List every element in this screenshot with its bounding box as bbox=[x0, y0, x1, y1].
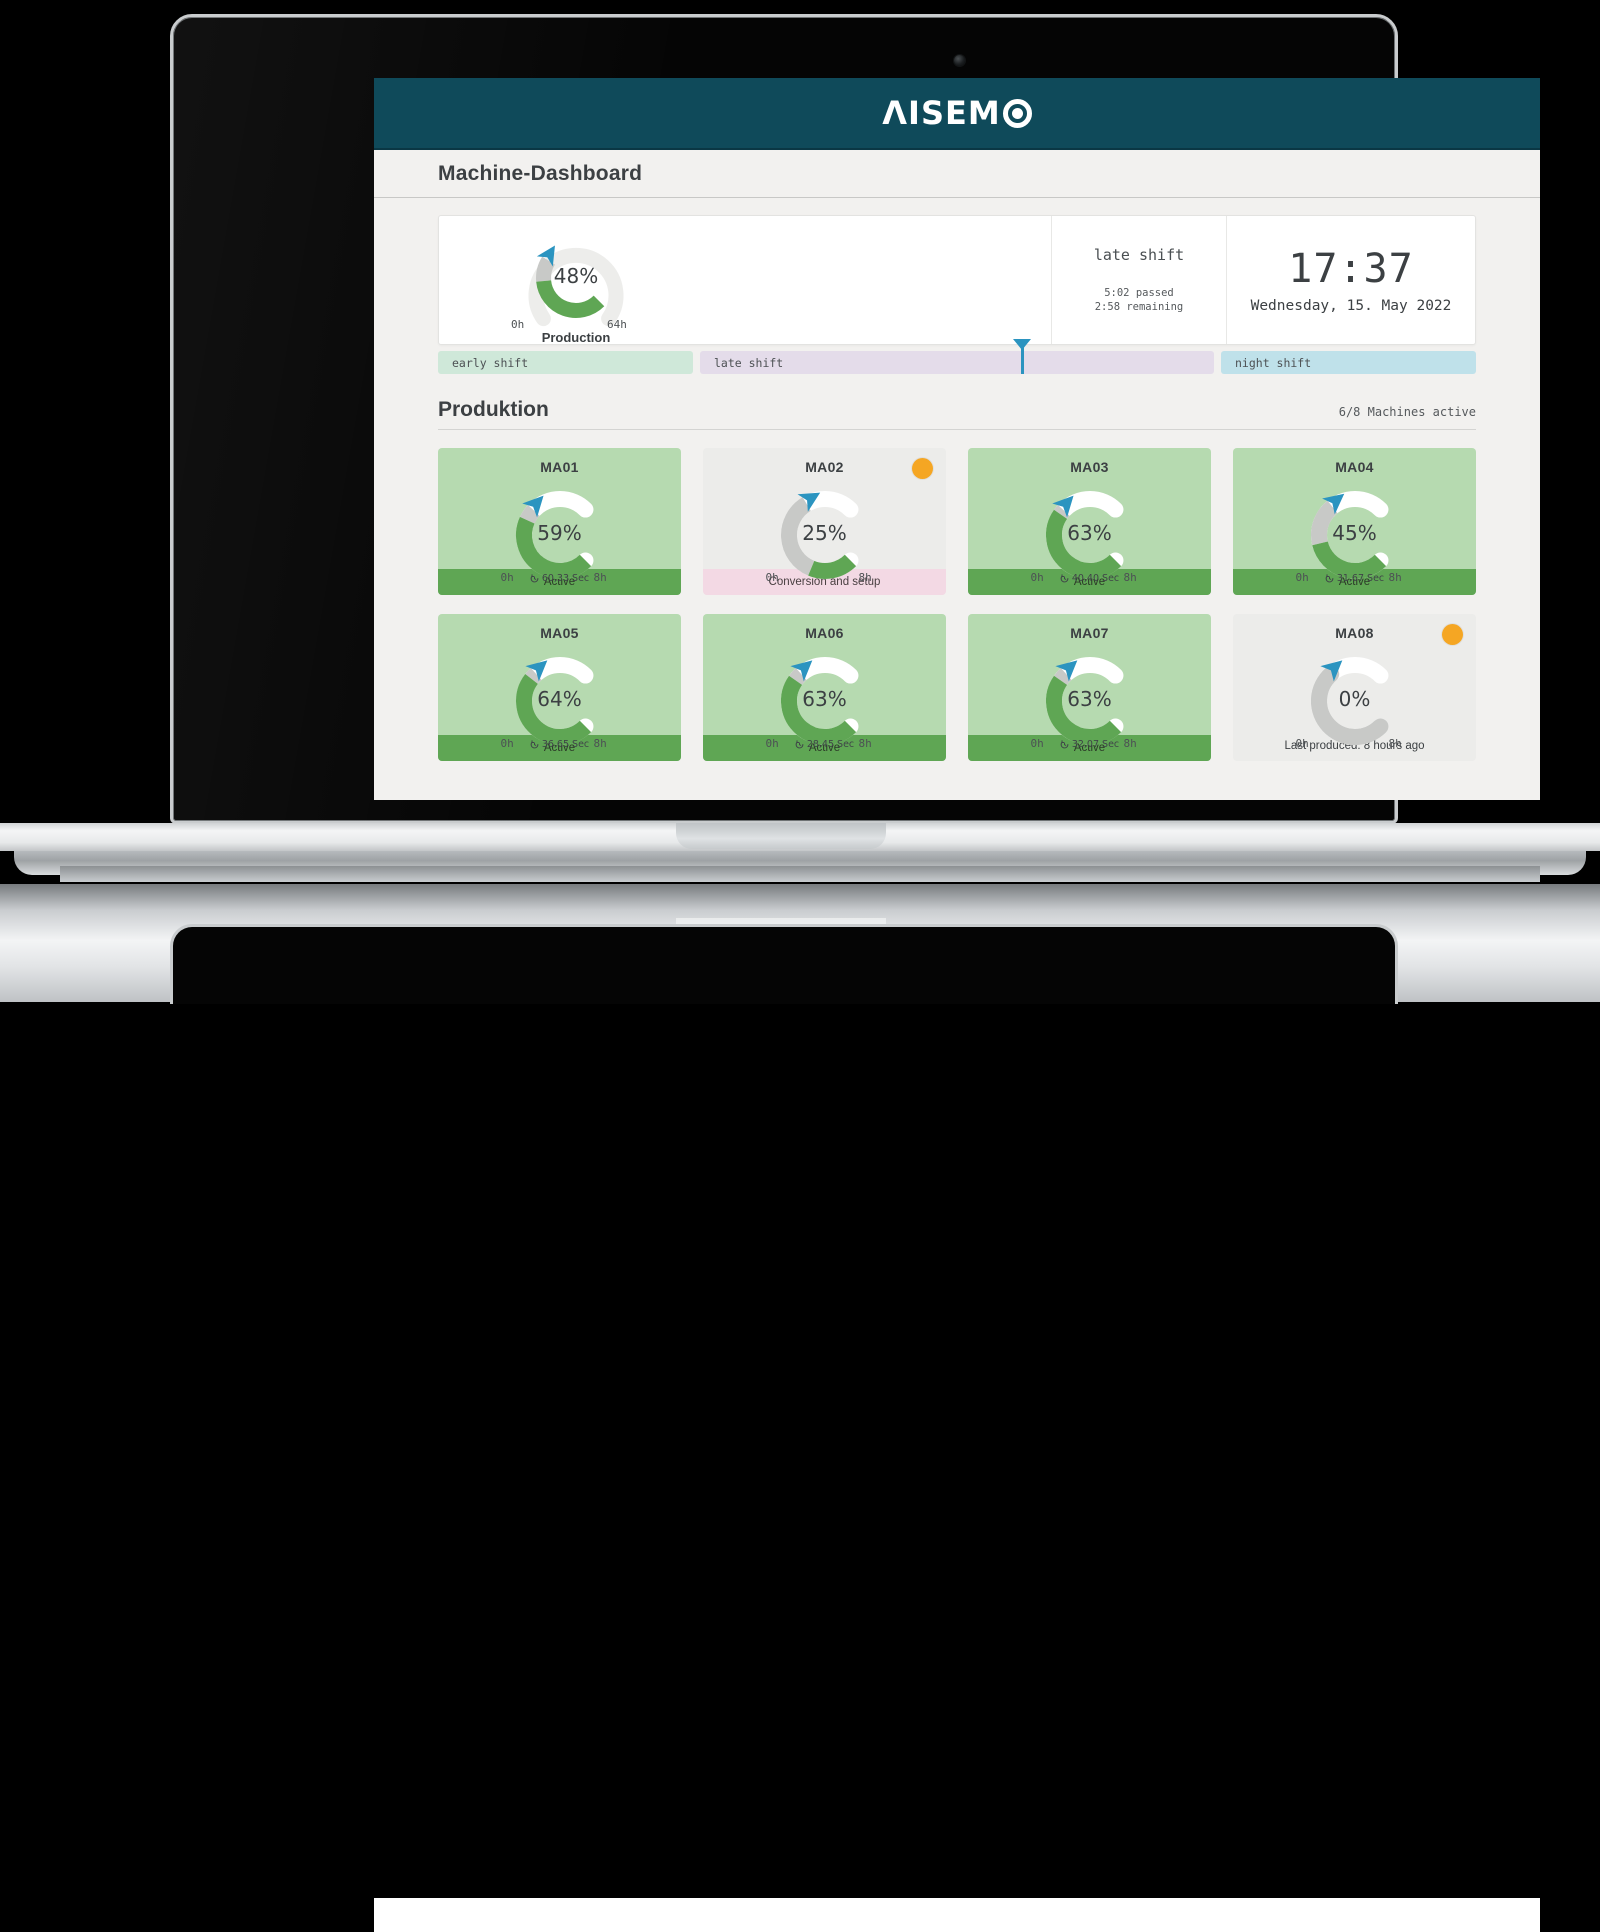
machine-gauge: 63% 0h 8h 40,40 Sec bbox=[1024, 477, 1156, 584]
machine-gauge-max: 8h bbox=[1388, 737, 1402, 750]
machine-cycle-time: 32,07 Sec bbox=[1024, 739, 1156, 750]
laptop-base-notch bbox=[676, 823, 886, 849]
machine-gauge-value: 25% bbox=[802, 521, 847, 545]
machine-name: MA02 bbox=[805, 459, 844, 475]
history-clock-icon bbox=[530, 740, 539, 749]
machine-cycle-time: 36,65 Sec bbox=[494, 739, 626, 750]
machine-cycle-time: 31,67 Sec bbox=[1289, 573, 1421, 584]
production-heading: Produktion bbox=[438, 398, 549, 421]
clock-time: 17:37 bbox=[1288, 246, 1414, 292]
laptop-lid: ΛISEM Machine-Dashboard 48% 0h 64h Produ… bbox=[170, 14, 1540, 824]
laptop-base-shadow bbox=[60, 866, 1540, 882]
shift-bar-late-label: late shift bbox=[714, 355, 784, 370]
machine-gauge-max: 8h bbox=[858, 571, 872, 584]
shift-bar-night-label: night shift bbox=[1235, 355, 1312, 370]
machine-card-ma05[interactable]: MA05 64% 0h 8h 36,65 Sec Active bbox=[438, 614, 681, 761]
machine-cycle-time: 28,45 Sec bbox=[759, 739, 891, 750]
machine-gauge-area: 59% 0h 8h 60,33 Sec bbox=[438, 475, 681, 584]
machine-card-ma04[interactable]: MA04 45% 0h 8h 31,67 Sec Active bbox=[1233, 448, 1476, 595]
machine-gauge: 63% 0h 8h 32,07 Sec bbox=[1024, 643, 1156, 750]
machine-name: MA03 bbox=[1070, 459, 1109, 475]
machine-gauge-value: 64% bbox=[537, 687, 582, 711]
production-section-header: Produktion 6/8 Machines active bbox=[438, 398, 1476, 430]
shift-bar-night[interactable]: night shift bbox=[1221, 351, 1476, 374]
shift-passed: 5:02 passed bbox=[1104, 286, 1174, 299]
dashboard-content: 48% 0h 64h Production late shift 5:02 pa… bbox=[374, 198, 1540, 761]
machine-gauge-value: 0% bbox=[1338, 687, 1371, 711]
machine-card-ma01[interactable]: MA01 59% 0h 8h 60,33 Sec Active bbox=[438, 448, 681, 595]
lower-laptop-screen bbox=[374, 1898, 1540, 1932]
warning-dot-icon bbox=[912, 458, 933, 479]
lower-laptop-lid bbox=[170, 924, 1540, 1932]
machine-name: MA05 bbox=[540, 625, 579, 641]
machine-name: MA08 bbox=[1335, 625, 1374, 641]
machine-gauge: 45% 0h 8h 31,67 Sec bbox=[1289, 477, 1421, 584]
machine-gauge-value: 59% bbox=[537, 521, 582, 545]
current-shift-name: late shift bbox=[1093, 245, 1185, 264]
machine-card-ma02[interactable]: MA02 25% 0h 8h Conversion and setup bbox=[703, 448, 946, 595]
machine-gauge-area: 25% 0h 8h bbox=[703, 475, 946, 584]
shift-timeline: early shift late shift night shift bbox=[438, 339, 1476, 374]
machine-gauge-area: 63% 0h 8h 40,40 Sec bbox=[968, 475, 1211, 584]
machine-gauge-value: 45% bbox=[1332, 521, 1377, 545]
circle-dot-icon bbox=[1002, 98, 1032, 128]
logo-wordmark: ΛISEM bbox=[882, 94, 1001, 132]
history-clock-icon bbox=[530, 574, 539, 583]
production-gauge: 48% 0h 64h Production bbox=[511, 226, 635, 345]
machine-grid: MA01 59% 0h 8h 60,33 Sec Active MA02 25%… bbox=[438, 448, 1476, 761]
machine-name: MA06 bbox=[805, 625, 844, 641]
shift-bar-early[interactable]: early shift bbox=[438, 351, 693, 374]
history-clock-icon bbox=[1060, 574, 1069, 583]
current-shift-panel: late shift 5:02 passed 2:58 remaining bbox=[1051, 216, 1226, 344]
page-title-bar: Machine-Dashboard bbox=[374, 150, 1540, 198]
machine-gauge: 64% 0h 8h 36,65 Sec bbox=[494, 643, 626, 750]
history-clock-icon bbox=[1060, 740, 1069, 749]
machine-name: MA04 bbox=[1335, 459, 1374, 475]
machine-name: MA01 bbox=[540, 459, 579, 475]
machine-gauge: 0% 0h 8h bbox=[1289, 643, 1421, 750]
app-header: ΛISEM bbox=[374, 78, 1540, 150]
webcam-icon bbox=[954, 55, 965, 66]
clock-panel: 17:37 Wednesday, 15. May 2022 bbox=[1226, 216, 1475, 344]
machine-gauge-area: 63% 0h 8h 32,07 Sec bbox=[968, 641, 1211, 750]
machine-gauge-area: 0% 0h 8h bbox=[1233, 641, 1476, 750]
app-logo: ΛISEM bbox=[882, 94, 1032, 132]
machine-cycle-time: 40,40 Sec bbox=[1024, 573, 1156, 584]
machine-card-ma08[interactable]: MA08 0% 0h 8h Last produced: 8 hours ago bbox=[1233, 614, 1476, 761]
machine-gauge-area: 45% 0h 8h 31,67 Sec bbox=[1233, 475, 1476, 584]
machine-card-ma06[interactable]: MA06 63% 0h 8h 28,45 Sec Active bbox=[703, 614, 946, 761]
machine-gauge-area: 64% 0h 8h 36,65 Sec bbox=[438, 641, 681, 750]
shift-bar-late[interactable]: late shift bbox=[700, 339, 1214, 374]
current-time-marker-icon bbox=[1013, 339, 1032, 374]
history-clock-icon bbox=[795, 740, 804, 749]
shift-time-info: 5:02 passed 2:58 remaining bbox=[1095, 286, 1184, 314]
production-gauge-area: 48% 0h 64h Production bbox=[439, 216, 1051, 345]
machine-name: MA07 bbox=[1070, 625, 1109, 641]
production-gauge-caption: Production bbox=[541, 330, 611, 345]
machine-gauge-value: 63% bbox=[1067, 687, 1112, 711]
machine-card-ma07[interactable]: MA07 63% 0h 8h 32,07 Sec Active bbox=[968, 614, 1211, 761]
machine-gauge-min: 0h bbox=[765, 571, 779, 584]
laptop-screen: ΛISEM Machine-Dashboard 48% 0h 64h Produ… bbox=[374, 78, 1540, 800]
machine-gauge-value: 63% bbox=[1067, 521, 1112, 545]
clock-date: Wednesday, 15. May 2022 bbox=[1250, 298, 1452, 314]
machine-gauge-area: 63% 0h 8h 28,45 Sec bbox=[703, 641, 946, 750]
production-gauge-value: 48% bbox=[553, 264, 599, 288]
shift-bar-early-label: early shift bbox=[452, 355, 529, 370]
machine-gauge: 59% 0h 8h 60,33 Sec bbox=[494, 477, 626, 584]
shift-remaining: 2:58 remaining bbox=[1094, 301, 1184, 313]
history-clock-icon bbox=[1325, 574, 1334, 583]
screenshot-stage: ΛISEM Machine-Dashboard 48% 0h 64h Produ… bbox=[0, 0, 1600, 1932]
machine-gauge-min: 0h bbox=[1295, 737, 1309, 750]
page-title: Machine-Dashboard bbox=[438, 161, 643, 185]
machine-cycle-time: 60,33 Sec bbox=[494, 573, 626, 584]
machines-active-count: 6/8 Machines active bbox=[1338, 405, 1476, 419]
summary-panel: 48% 0h 64h Production late shift 5:02 pa… bbox=[438, 215, 1476, 345]
machine-gauge-value: 63% bbox=[802, 687, 847, 711]
machine-gauge: 63% 0h 8h 28,45 Sec bbox=[759, 643, 891, 750]
machine-gauge: 25% 0h 8h bbox=[759, 477, 891, 584]
machine-card-ma03[interactable]: MA03 63% 0h 8h 40,40 Sec Active bbox=[968, 448, 1211, 595]
warning-dot-icon bbox=[1442, 624, 1463, 645]
